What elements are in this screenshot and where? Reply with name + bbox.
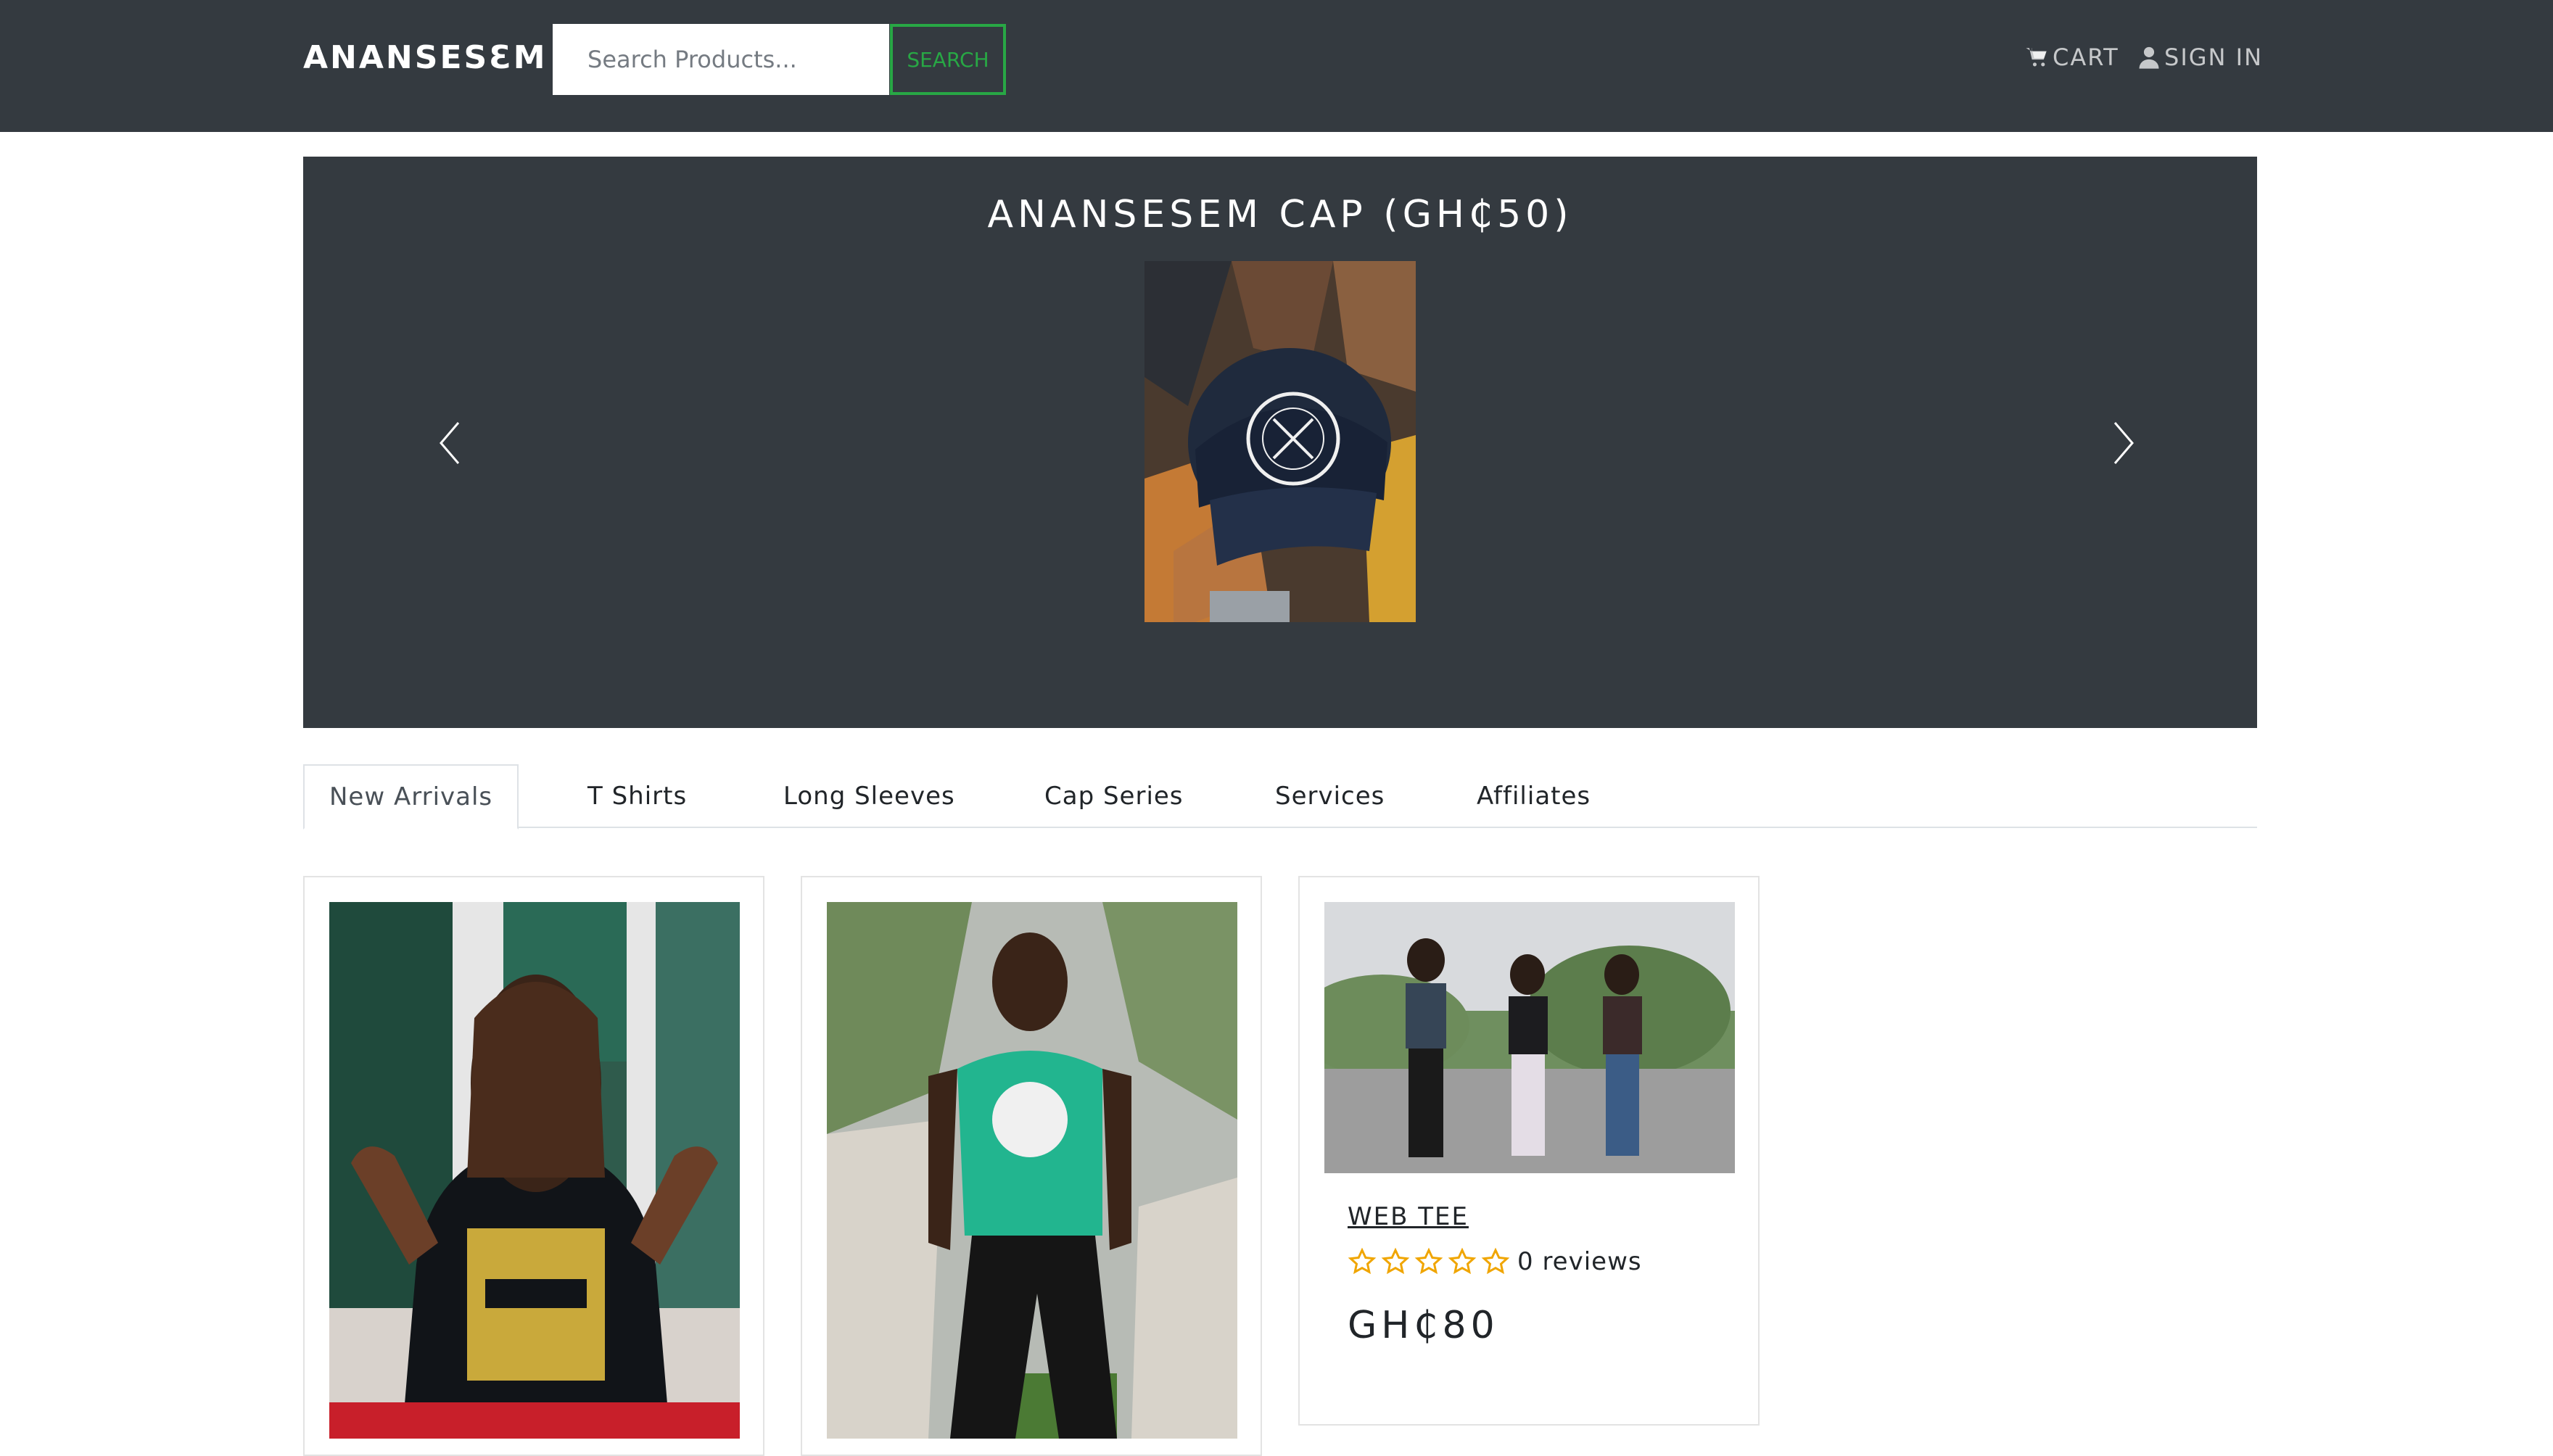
search-button[interactable]: SEARCH <box>890 24 1006 95</box>
tab-t-shirts[interactable]: T Shirts <box>587 764 687 828</box>
product-image[interactable] <box>827 902 1237 1439</box>
product-card[interactable] <box>303 876 764 1456</box>
tab-new-arrivals[interactable]: New Arrivals <box>303 764 519 830</box>
user-icon <box>2139 46 2159 69</box>
star-outline-icon <box>1448 1247 1477 1275</box>
star-outline-icon <box>1381 1247 1410 1275</box>
chevron-right-icon <box>2113 422 2134 464</box>
star-outline-icon <box>1481 1247 1510 1275</box>
navbar: ANANSESƐM SEARCH CART SIGN IN <box>0 0 2553 132</box>
product-price: GH₵80 <box>1348 1304 1499 1347</box>
tab-cap-series[interactable]: Cap Series <box>1044 764 1184 828</box>
product-rating: 0 reviews <box>1348 1247 1642 1276</box>
carousel-product-image[interactable] <box>1144 261 1416 622</box>
star-outline-icon <box>1414 1247 1443 1275</box>
tab-services[interactable]: Services <box>1275 764 1385 828</box>
tab-long-sleeves[interactable]: Long Sleeves <box>783 764 955 828</box>
star-outline-icon <box>1348 1247 1377 1275</box>
sign-in-link[interactable]: SIGN IN <box>2137 44 2263 71</box>
sign-in-label: SIGN IN <box>2164 44 2264 71</box>
product-card[interactable] <box>801 876 1262 1456</box>
cart-icon <box>2026 48 2047 67</box>
product-image[interactable] <box>329 902 740 1439</box>
cart-label: CART <box>2053 44 2119 71</box>
carousel-next-button[interactable] <box>2102 418 2145 468</box>
search-input[interactable] <box>553 24 889 95</box>
cart-link[interactable]: CART <box>2025 44 2119 71</box>
chevron-left-icon <box>440 422 460 464</box>
featured-carousel: ANANSESEM CAP (GH₵50) <box>303 157 2257 728</box>
carousel-prev-button[interactable] <box>428 418 471 468</box>
product-name-link[interactable]: WEB TEE <box>1348 1202 1469 1231</box>
review-count: 0 reviews <box>1517 1247 1642 1276</box>
tab-affiliates[interactable]: Affiliates <box>1477 764 1591 828</box>
brand-logo[interactable]: ANANSESƐM <box>303 39 548 76</box>
carousel-title: ANANSESEM CAP (GH₵50) <box>987 193 1573 236</box>
category-tabs: New Arrivals T Shirts Long Sleeves Cap S… <box>303 764 2257 830</box>
product-image[interactable] <box>1324 902 1735 1173</box>
product-card[interactable]: WEB TEE 0 reviews GH₵80 <box>1298 876 1760 1426</box>
